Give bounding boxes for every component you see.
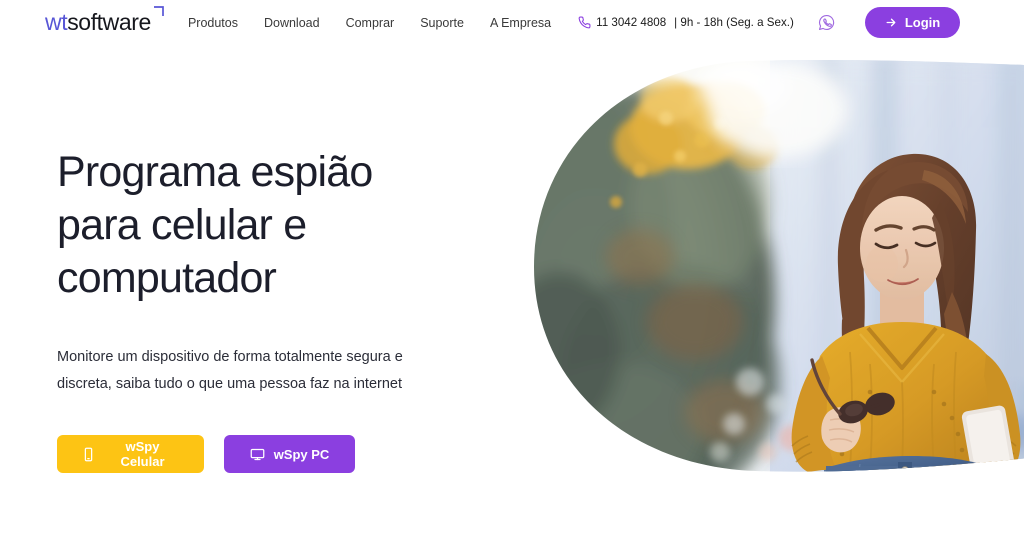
- phone-contact[interactable]: 11 3042 4808 | 9h - 18h (Seg. a Sex.): [578, 16, 794, 29]
- login-button-label: Login: [904, 15, 941, 30]
- phone-icon: [578, 16, 591, 29]
- hero-subtitle: Monitore um dispositivo de forma totalme…: [57, 344, 457, 398]
- desktop-monitor-icon: [250, 447, 265, 462]
- logo-text-software: software: [67, 9, 151, 35]
- header-contact-area: 11 3042 4808 | 9h - 18h (Seg. a Sex.) Lo…: [578, 7, 961, 38]
- wspy-pc-button[interactable]: wSpy PC: [224, 435, 355, 473]
- nav-item-download[interactable]: Download: [264, 16, 320, 30]
- logo-corner-bracket-icon: [153, 5, 164, 16]
- site-header: wt software Produtos Download Comprar Su…: [0, 0, 1024, 45]
- main-navigation: Produtos Download Comprar Suporte A Empr…: [188, 16, 551, 30]
- hero-cta-row: wSpy Celular wSpy PC: [57, 435, 497, 473]
- business-hours: | 9h - 18h (Seg. a Sex.): [674, 16, 794, 29]
- logo-text-wt: wt: [45, 9, 68, 35]
- login-button[interactable]: Login: [864, 7, 961, 38]
- hero-subtitle-line-2: discreta, saiba tudo o que uma pessoa fa…: [57, 376, 402, 392]
- site-logo[interactable]: wt software: [45, 6, 164, 35]
- phone-number: 11 3042 4808: [596, 16, 667, 29]
- wspy-celular-label: wSpy Celular: [120, 439, 165, 469]
- landing-page: wt software Produtos Download Comprar Su…: [0, 0, 1024, 535]
- wspy-pc-label: wSpy PC: [273, 446, 330, 462]
- nav-item-comprar[interactable]: Comprar: [346, 16, 395, 30]
- nav-item-suporte[interactable]: Suporte: [420, 16, 464, 30]
- whatsapp-icon[interactable]: [818, 14, 835, 31]
- nav-item-produtos[interactable]: Produtos: [188, 16, 238, 30]
- hero-title-line-1: Programa espião: [57, 148, 373, 196]
- nav-item-a-empresa[interactable]: A Empresa: [490, 16, 551, 30]
- mobile-phone-icon: [81, 447, 96, 462]
- hero-content: Programa espião para celular e computado…: [57, 146, 497, 473]
- hero-title: Programa espião para celular e computado…: [57, 146, 497, 305]
- hero-photo: [520, 52, 1024, 482]
- wspy-celular-button[interactable]: wSpy Celular: [57, 435, 204, 473]
- hero-title-line-2: para celular e: [57, 201, 307, 249]
- sign-in-arrow-icon: [885, 16, 898, 29]
- hero-subtitle-line-1: Monitore um dispositivo de forma totalme…: [57, 349, 403, 365]
- hero-title-line-3: computador: [57, 254, 277, 302]
